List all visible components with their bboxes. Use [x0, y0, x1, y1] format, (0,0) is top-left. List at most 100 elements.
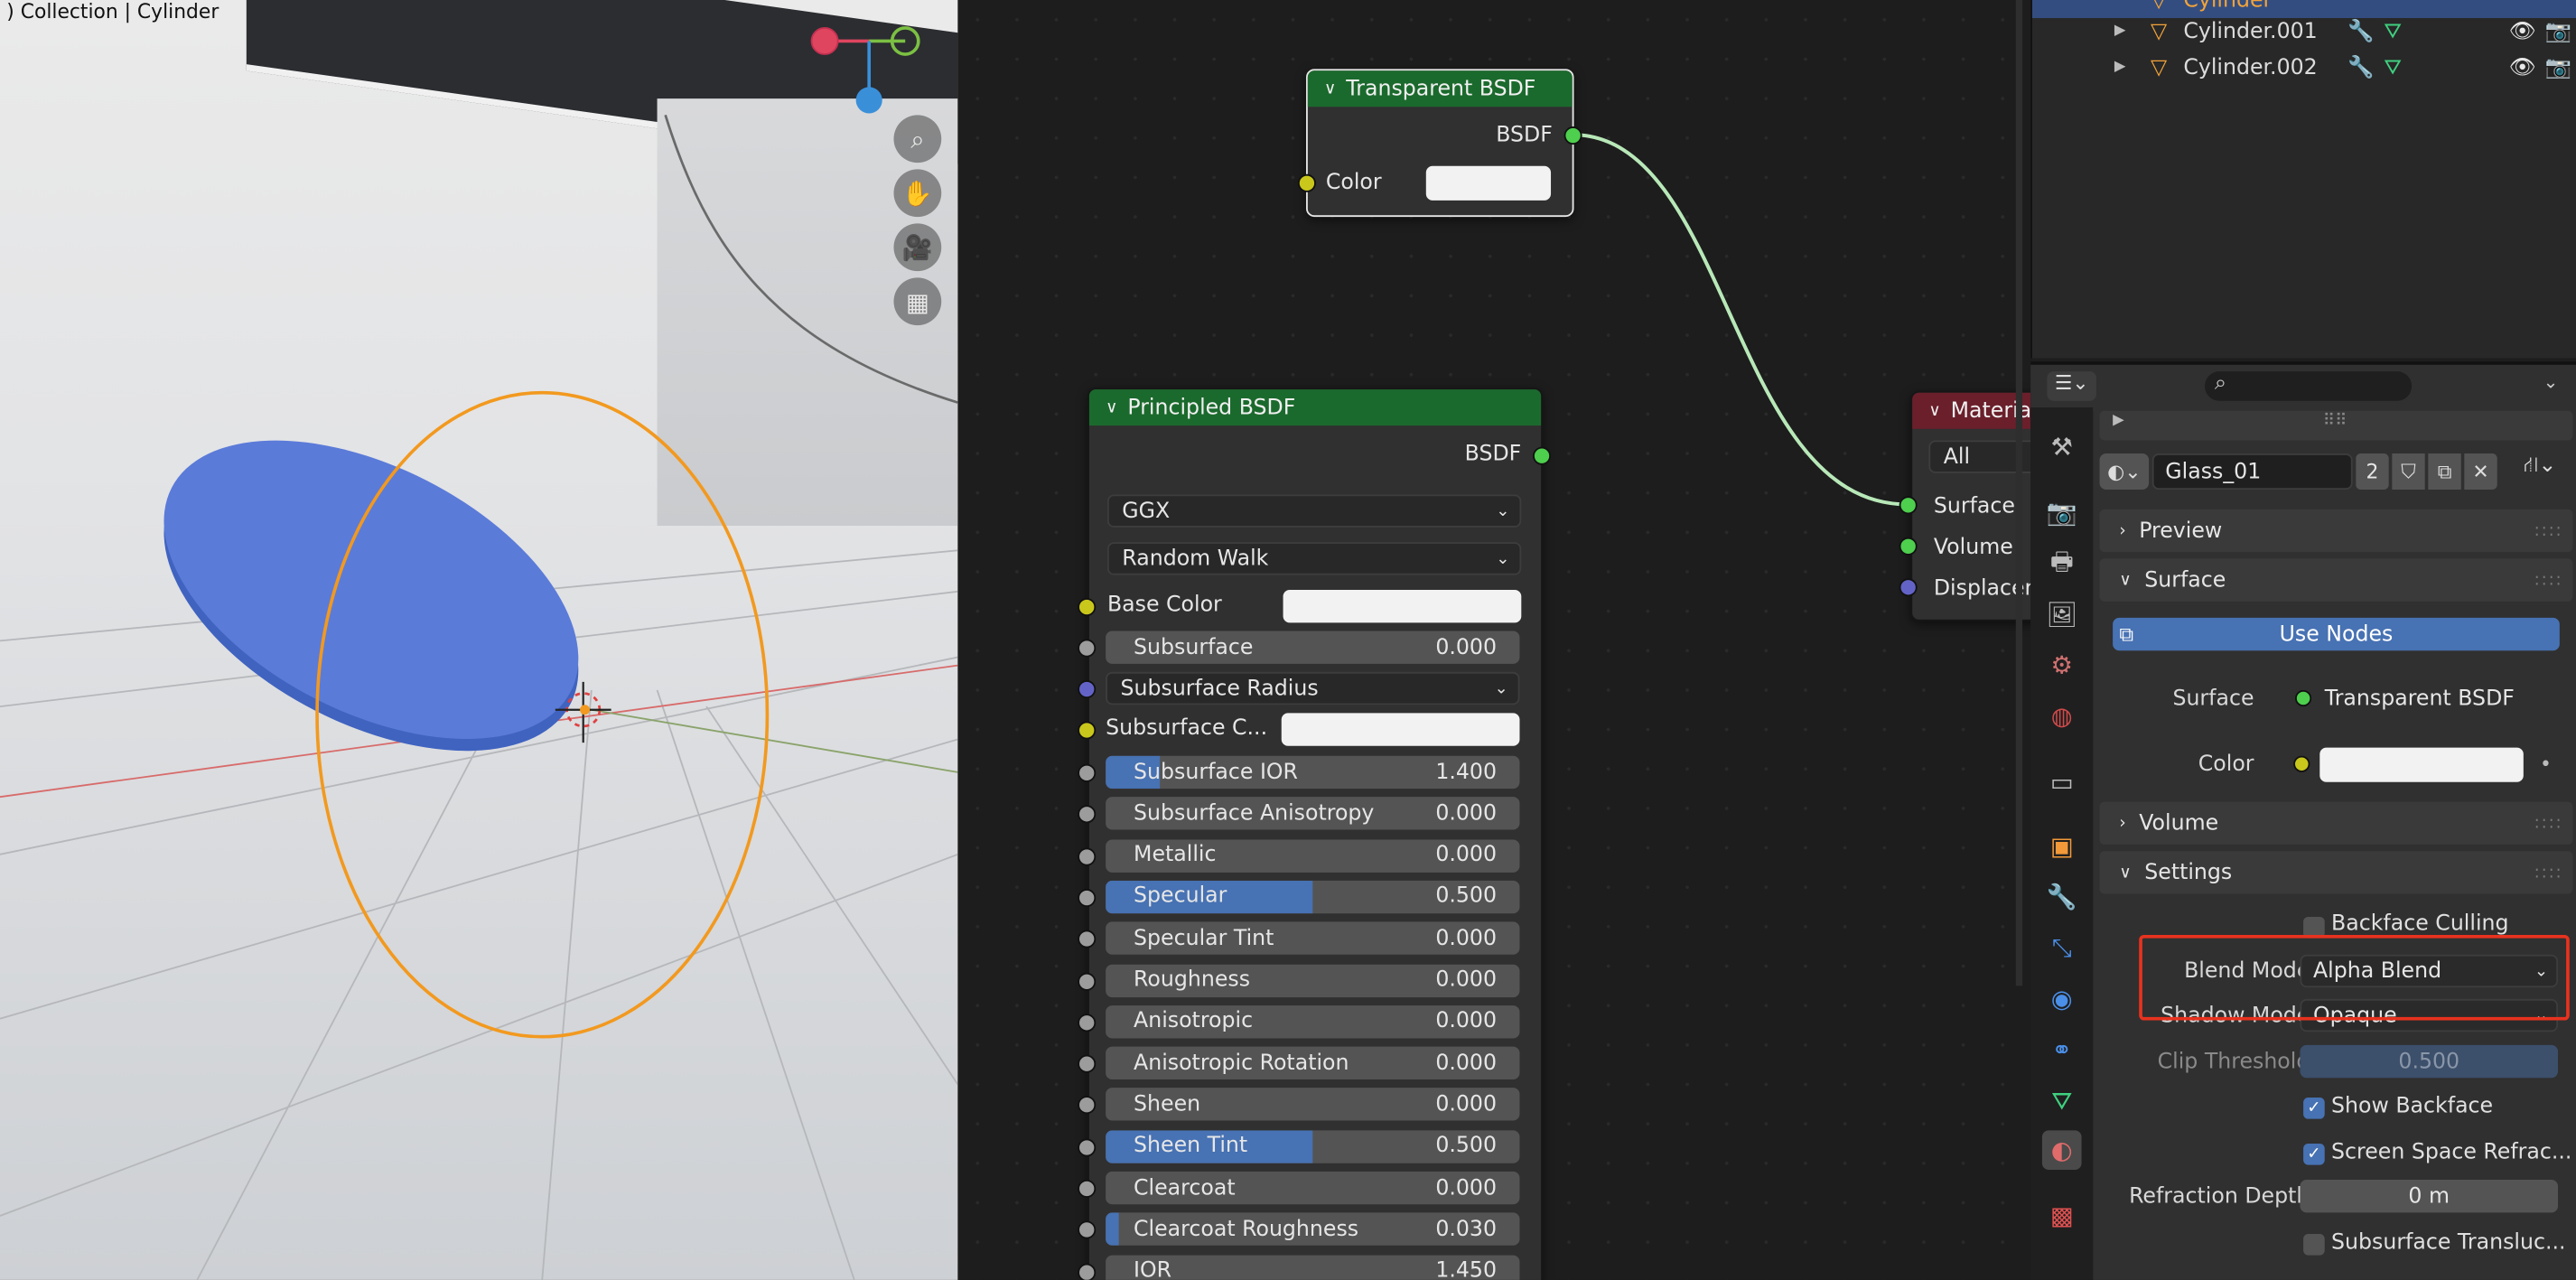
constraints-icon[interactable]: ⚭ — [2042, 1030, 2082, 1070]
bsdf-output-socket[interactable] — [1563, 126, 1582, 145]
wrench-icon[interactable]: 🔧 — [2347, 55, 2374, 79]
view-layer-icon[interactable]: 🖼 — [2042, 594, 2082, 634]
decorator-dot-icon[interactable]: • — [2540, 752, 2552, 775]
color-swatch[interactable] — [2319, 747, 2524, 782]
outliner[interactable]: ▽ Cylinder ▶ ▽ Cylinder.001 🔧 ⛛ 👁 📷 ▶ ▽ … — [2030, 0, 2576, 359]
chevron-down-icon[interactable]: ∨ — [1106, 398, 1117, 416]
input-socket[interactable] — [1078, 1137, 1097, 1156]
value-slider[interactable]: Subsurface 0.000 — [1106, 631, 1520, 664]
mesh-data-icon[interactable]: ⛛ — [2384, 19, 2402, 43]
transparent-bsdf-node[interactable]: ∨ Transparent BSDF BSDF Color — [1306, 69, 1574, 218]
modifier-wrench-icon[interactable]: 🔧 — [2042, 877, 2082, 917]
user-count-button[interactable]: 2 — [2356, 453, 2389, 491]
material-properties[interactable]: ▶ ⠿⠿ ◐⌄ Glass_01 2 ⛉ ⧉ ✕ ⛙⌄ › Preview ::… — [2093, 407, 2576, 1280]
grip-icon[interactable]: :::: — [2534, 864, 2563, 882]
pan-hand-icon[interactable]: ✋ — [893, 169, 942, 218]
input-socket[interactable] — [1078, 1262, 1097, 1280]
duplicate-icon[interactable]: ⧉ — [2428, 453, 2461, 491]
subsurface-radius-select[interactable]: Subsurface Radius ⌄ — [1106, 671, 1520, 705]
outliner-row[interactable]: ▶ ▽ Cylinder.001 🔧 ⛛ 👁 📷 — [2032, 14, 2576, 50]
value-slider[interactable]: IOR 1.450 — [1106, 1254, 1520, 1280]
node-tree-icon[interactable]: ⛙⌄ — [2524, 453, 2573, 490]
wrench-icon[interactable]: 🔧 — [2347, 19, 2374, 43]
axis-gizmo[interactable] — [808, 8, 940, 131]
node-header[interactable]: ∨ Materia — [1912, 392, 2031, 429]
disclosure-triangle-icon[interactable]: ▶ — [2114, 59, 2126, 75]
material-browse-icon[interactable]: ◐⌄ — [2099, 453, 2150, 491]
value-slider[interactable]: Metallic 0.000 — [1106, 838, 1520, 873]
chevron-down-icon[interactable]: ⌄ — [2543, 371, 2559, 393]
properties-search[interactable]: ⌕ — [2204, 371, 2413, 401]
eye-icon[interactable]: 👁 — [2508, 19, 2535, 43]
node-header[interactable]: ∨ Principled BSDF — [1088, 389, 1542, 426]
zoom-icon[interactable]: ⌕ — [893, 115, 942, 164]
show-backface-checkbox[interactable]: ✓ — [2303, 1098, 2325, 1119]
3d-viewport[interactable]: ) Collection | Cylinder ⌕ ✋ 🎥 ▦ — [0, 0, 958, 1280]
panel-surface[interactable]: ∨ Surface :::: — [2099, 558, 2573, 602]
value-slider[interactable]: Sheen 0.000 — [1106, 1088, 1520, 1122]
texture-icon[interactable]: ▩ — [2042, 1196, 2082, 1236]
value-slider[interactable]: Subsurface Anisotropy 0.000 — [1106, 797, 1520, 831]
output-icon[interactable]: 🖶 — [2042, 546, 2082, 585]
displacement-input-socket[interactable] — [1899, 578, 1918, 597]
disclosure-triangle-icon[interactable]: ▶ — [2113, 413, 2124, 429]
use-nodes-button[interactable]: ⧉ Use Nodes — [2113, 617, 2560, 651]
material-icon[interactable]: ◐ — [2041, 1130, 2082, 1171]
outliner-row[interactable]: ▶ ▽ Cylinder.002 🔧 ⛛ 👁 📷 — [2032, 50, 2576, 86]
value-slider[interactable]: Clearcoat Roughness 0.030 — [1106, 1212, 1520, 1247]
collection-icon[interactable]: ▭ — [2042, 762, 2082, 802]
render-icon[interactable]: 📷 — [2042, 493, 2082, 533]
input-socket[interactable] — [1078, 1013, 1097, 1032]
value-slider[interactable]: Specular 0.500 — [1106, 880, 1520, 914]
color-swatch[interactable] — [1425, 165, 1552, 201]
shader-node-editor[interactable]: ∨ Transparent BSDF BSDF Color ∨ Principl… — [957, 0, 2031, 1280]
value-slider[interactable]: Clearcoat 0.000 — [1106, 1171, 1520, 1205]
value-slider[interactable]: Sheen Tint 0.500 — [1106, 1129, 1520, 1163]
material-output-node[interactable]: ∨ Materia All Surface Volume Displacem — [1910, 390, 2031, 621]
grip-icon[interactable]: :::: — [2534, 571, 2563, 589]
base-color-socket[interactable] — [1078, 598, 1097, 617]
value-slider[interactable]: Subsurface IOR 1.400 — [1106, 755, 1520, 789]
input-socket[interactable] — [1078, 639, 1097, 658]
value-slider[interactable]: Roughness 0.000 — [1106, 963, 1520, 997]
bsdf-output-socket[interactable] — [1533, 446, 1552, 465]
chevron-down-icon[interactable]: ∨ — [1928, 402, 1940, 420]
value-slider[interactable]: Anisotropic 0.000 — [1106, 1004, 1520, 1039]
fake-user-shield-icon[interactable]: ⛉ — [2392, 453, 2425, 491]
subsurface-method-select[interactable]: Random Walk ⌄ — [1106, 542, 1522, 575]
mesh-data-icon[interactable]: ⛛ — [2384, 55, 2402, 79]
subsurface-color-swatch[interactable] — [1281, 713, 1520, 746]
particles-icon[interactable]: ⤡ — [2042, 929, 2082, 968]
grip-icon[interactable]: ⠿⠿ — [2323, 413, 2347, 431]
material-slots-list[interactable]: ▶ ⠿⠿ — [2099, 410, 2573, 441]
camera-render-icon[interactable]: 📷 — [2544, 55, 2571, 79]
grid-icon[interactable]: ▦ — [893, 277, 942, 326]
surface-input-socket[interactable] — [1899, 496, 1918, 515]
value-slider[interactable]: Anisotropic Rotation 0.000 — [1106, 1046, 1520, 1080]
object-icon[interactable]: ▣ — [2042, 827, 2082, 866]
refraction-depth-field[interactable]: 0 m — [2300, 1179, 2559, 1213]
screen-space-refraction-checkbox[interactable]: ✓ — [2303, 1143, 2325, 1165]
material-name-field[interactable]: Glass_01 — [2151, 453, 2353, 491]
input-socket[interactable] — [1078, 846, 1097, 865]
input-socket[interactable] — [1078, 763, 1097, 782]
unlink-close-icon[interactable]: ✕ — [2464, 453, 2497, 491]
distribution-select[interactable]: GGX ⌄ — [1106, 494, 1522, 528]
surface-shader-field[interactable]: Transparent BSDF — [2283, 681, 2524, 715]
subsurface-translucency-checkbox[interactable] — [2303, 1233, 2325, 1256]
camera-render-icon[interactable]: 📷 — [2544, 19, 2571, 43]
scene-icon[interactable]: ⚙ — [2042, 646, 2082, 686]
world-icon[interactable]: ◍ — [2042, 696, 2082, 736]
input-socket[interactable] — [1078, 721, 1097, 740]
editor-type-icon[interactable]: ☰⌄ — [2047, 371, 2096, 401]
base-color-swatch[interactable] — [1283, 589, 1522, 623]
eye-icon[interactable]: 👁 — [2508, 55, 2535, 79]
disclosure-triangle-icon[interactable]: ▶ — [2114, 23, 2126, 39]
grip-icon[interactable]: :::: — [2534, 522, 2563, 540]
mesh-data-icon[interactable]: ⛛ — [2042, 1081, 2082, 1121]
input-socket[interactable] — [1078, 888, 1097, 907]
physics-icon[interactable]: ◉ — [2042, 979, 2082, 1019]
input-socket[interactable] — [1078, 1179, 1097, 1198]
panel-volume[interactable]: › Volume :::: — [2099, 801, 2573, 845]
input-socket[interactable] — [1078, 680, 1097, 699]
